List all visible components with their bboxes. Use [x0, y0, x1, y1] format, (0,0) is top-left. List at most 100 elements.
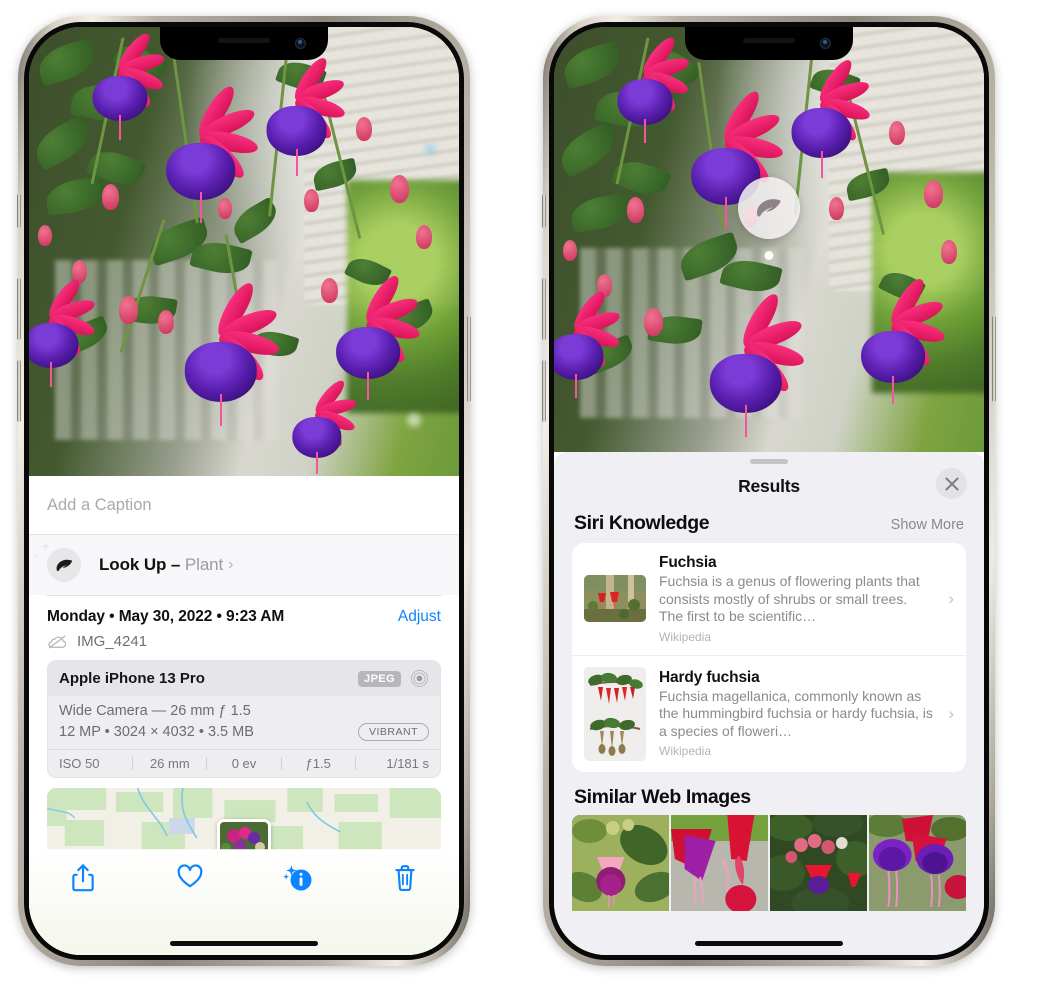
exif-stat-aperture: ƒ1.5 — [305, 756, 331, 771]
sparkle-small-icon — [32, 552, 41, 561]
specs-line: 12 MP • 3024 × 4032 • 3.5 MB — [59, 724, 254, 740]
info-sparkle-icon — [282, 863, 314, 893]
chevron-right-icon: › — [948, 703, 954, 723]
siri-knowledge-header: Siri Knowledge Show More — [554, 508, 984, 543]
photo-filename: IMG_4241 — [77, 633, 148, 650]
chevron-right-icon: › — [228, 556, 234, 573]
look-up-label-group: Look Up – Plant — [99, 555, 223, 575]
photo-date: Monday • May 30, 2022 • 9:23 AM — [47, 608, 285, 625]
knowledge-row-fuchsia[interactable]: Fuchsia Fuchsia is a genus of flowering … — [572, 543, 966, 655]
volume-up-button-left[interactable] — [17, 278, 21, 340]
adjust-button[interactable]: Adjust — [398, 608, 441, 626]
power-button-left[interactable] — [467, 316, 471, 402]
exif-stat-iso: ISO 50 — [59, 756, 100, 771]
close-button[interactable] — [936, 468, 967, 499]
web-image-1[interactable] — [572, 814, 669, 911]
section-title-similar-web-images: Similar Web Images — [574, 785, 751, 808]
favorite-button[interactable] — [137, 863, 245, 889]
photo-info-sheet: Add a Caption Look Up – Plant › Monday •… — [29, 476, 459, 955]
knowledge-thumbnail — [584, 575, 646, 623]
section-title-siri-knowledge: Siri Knowledge — [574, 512, 710, 534]
web-image-2[interactable] — [671, 814, 768, 911]
look-up-label: Look Up – — [99, 555, 185, 574]
leaf-icon — [753, 192, 785, 224]
photo-viewer[interactable] — [29, 27, 459, 476]
exif-stats-row: ISO 50 26 mm 0 ev ƒ1.5 1/181 s — [48, 749, 440, 777]
aperture-icon — [410, 669, 429, 688]
results-header: Results — [554, 464, 984, 508]
look-up-subject: Plant — [184, 555, 224, 574]
front-camera — [820, 38, 831, 49]
plant-lookup-badge[interactable] — [738, 177, 800, 260]
knowledge-source: Wikipedia — [659, 744, 712, 759]
similar-web-images-header: Similar Web Images — [554, 772, 984, 815]
volume-down-button-left[interactable] — [17, 360, 21, 422]
exif-stat-ev: 0 ev — [231, 756, 257, 771]
heart-icon — [176, 863, 204, 889]
earpiece-speaker — [218, 38, 270, 43]
camera-device-name: Apple iPhone 13 Pro — [59, 670, 205, 687]
photo-pin[interactable] — [217, 819, 271, 850]
screenshot-root: Add a Caption Look Up – Plant › Monday •… — [0, 0, 1055, 985]
mute-switch-left[interactable] — [17, 194, 21, 228]
location-map-card[interactable] — [47, 788, 441, 850]
results-panel: Results Siri Knowledge Show More Fuchsia… — [554, 452, 984, 955]
chevron-right-icon: › — [948, 588, 954, 608]
home-indicator-right[interactable] — [695, 941, 843, 946]
device-notch-left — [160, 27, 328, 60]
lens-line: Wide Camera — 26 mm ƒ 1.5 — [59, 703, 251, 719]
screen-left: Add a Caption Look Up – Plant › Monday •… — [29, 27, 459, 955]
photo-toolbar — [29, 849, 459, 955]
exif-stat-shutter: 1/181 s — [386, 756, 430, 771]
power-button-right[interactable] — [992, 316, 996, 402]
show-more-button[interactable]: Show More — [891, 517, 964, 533]
knowledge-source: Wikipedia — [659, 629, 712, 644]
knowledge-thumbnail — [584, 666, 646, 761]
exif-card: Apple iPhone 13 Pro JPEG Wide Camera — 2… — [47, 660, 441, 778]
share-button[interactable] — [29, 863, 137, 893]
close-icon — [944, 476, 959, 491]
knowledge-title: Fuchsia — [659, 554, 717, 571]
mute-switch-right[interactable] — [542, 194, 546, 228]
caption-placeholder: Add a Caption — [47, 495, 152, 514]
metadata-date-row: Monday • May 30, 2022 • 9:23 AM Adjust — [29, 596, 459, 630]
filename-row: IMG_4241 — [29, 630, 459, 660]
home-indicator-left[interactable] — [170, 941, 318, 946]
front-camera — [295, 38, 306, 49]
exif-body: Wide Camera — 26 mm ƒ 1.5 12 MP • 3024 ×… — [48, 696, 440, 749]
phone-left: Add a Caption Look Up – Plant › Monday •… — [17, 16, 471, 966]
knowledge-title: Hardy fuchsia — [659, 668, 760, 686]
web-image-3[interactable] — [770, 814, 867, 911]
icloud-slash-icon — [47, 634, 68, 650]
share-icon — [70, 863, 96, 893]
caption-field[interactable]: Add a Caption — [29, 476, 459, 535]
format-badge: JPEG — [358, 670, 401, 687]
similar-web-images-row — [554, 814, 984, 911]
panel-title: Results — [738, 475, 800, 496]
volume-down-button-right[interactable] — [542, 360, 546, 422]
earpiece-speaker — [743, 38, 795, 43]
leaf-icon-container — [33, 541, 81, 582]
web-image-4[interactable] — [869, 814, 966, 911]
trash-icon — [392, 863, 418, 893]
exif-header: Apple iPhone 13 Pro JPEG — [48, 661, 440, 696]
sparkles-icon — [38, 541, 53, 556]
photographic-style-badge: VIBRANT — [357, 723, 429, 741]
phone-right: Results Siri Knowledge Show More Fuchsia… — [542, 16, 996, 966]
knowledge-text: Hardy fuchsia Fuchsia magellanica, commo… — [659, 669, 933, 759]
knowledge-description: Fuchsia is a genus of flowering plants t… — [659, 573, 920, 624]
leaf-icon — [54, 555, 75, 576]
exif-stat-focal: 26 mm — [149, 756, 190, 771]
knowledge-description: Fuchsia magellanica, commonly known as t… — [659, 687, 933, 739]
device-notch-right — [685, 27, 853, 60]
screen-right: Results Siri Knowledge Show More Fuchsia… — [554, 27, 984, 955]
look-up-row[interactable]: Look Up – Plant › — [29, 535, 459, 595]
delete-button[interactable] — [352, 863, 460, 893]
knowledge-row-hardy-fuchsia[interactable]: Hardy fuchsia Fuchsia magellanica, commo… — [572, 654, 966, 772]
knowledge-card-list: Fuchsia Fuchsia is a genus of flowering … — [572, 543, 966, 772]
volume-up-button-right[interactable] — [542, 278, 546, 340]
knowledge-text: Fuchsia Fuchsia is a genus of flowering … — [659, 554, 933, 644]
info-button[interactable] — [244, 863, 352, 893]
badge-anchor-dot — [764, 251, 774, 260]
photo-viewer-right[interactable] — [554, 27, 984, 452]
